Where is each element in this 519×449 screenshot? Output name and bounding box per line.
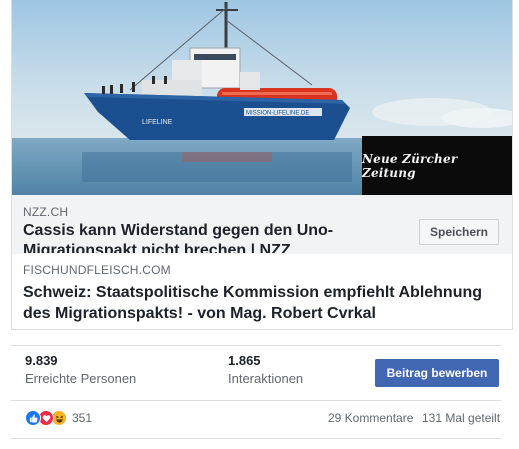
reach-label: Erreichte Personen xyxy=(25,371,137,386)
reach-value: 9.839 xyxy=(25,353,58,368)
link-headline[interactable]: Cassis kann Widerstand gegen den Uno-Mig… xyxy=(23,221,403,253)
logo-text: Neue Zürcher Zeitung xyxy=(362,151,458,180)
interactions-label: Interaktionen xyxy=(228,371,304,386)
comments-count[interactable]: 29 Kommentare xyxy=(328,411,413,425)
link-preview[interactable]: LIFELINE MISSION-LIFELINE.DE Neue Zürche… xyxy=(11,0,513,254)
engagement-divider xyxy=(11,400,501,401)
banner-lettering: MISSION-LIFELINE.DE xyxy=(246,111,309,117)
shares-count[interactable]: 131 Mal geteilt xyxy=(422,411,500,425)
insights-divider xyxy=(11,345,501,346)
link-domain: NZZ.CH xyxy=(23,205,69,219)
shared-post[interactable]: FISCHUNDFLEISCH.COM Schweiz: Staatspolit… xyxy=(11,254,513,330)
reactions-summary[interactable]: 351 xyxy=(25,409,92,427)
save-button[interactable]: Speichern xyxy=(419,219,499,245)
shared-domain: FISCHUNDFLEISCH.COM xyxy=(23,263,171,277)
interactions-value: 1.865 xyxy=(228,353,261,368)
newspaper-logo: Neue Zürcher Zeitung xyxy=(362,136,512,195)
preview-image[interactable]: LIFELINE MISSION-LIFELINE.DE Neue Zürche… xyxy=(12,0,512,195)
preview-meta: NZZ.CH Cassis kann Widerstand gegen den … xyxy=(12,195,512,254)
boost-post-button[interactable]: Beitrag bewerben xyxy=(375,359,499,387)
post-card: LIFELINE MISSION-LIFELINE.DE Neue Zürche… xyxy=(0,0,519,449)
shared-title[interactable]: Schweiz: Staatspolitische Kommission emp… xyxy=(23,282,503,324)
reaction-count: 351 xyxy=(72,411,93,425)
reach-stat[interactable]: 9.839 Erreichte Personen xyxy=(25,353,136,386)
interactions-stat[interactable]: 1.865 Interaktionen xyxy=(228,353,303,386)
hull-lettering: LIFELINE xyxy=(142,119,173,126)
bottom-divider xyxy=(11,438,501,439)
like-icon xyxy=(25,410,41,426)
